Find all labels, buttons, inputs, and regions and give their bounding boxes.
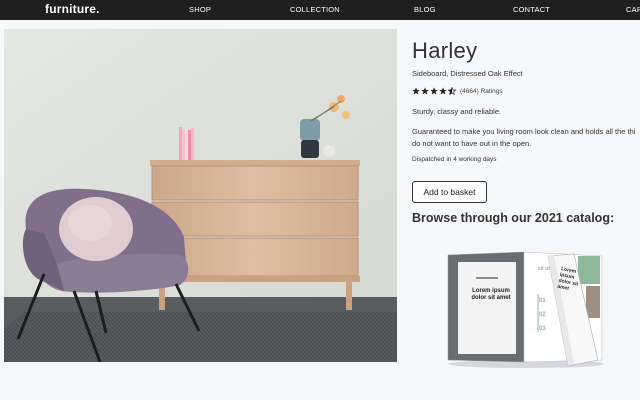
brand-dot: . (96, 2, 100, 16)
product-title: Harley (412, 38, 478, 63)
top-nav: furniture. SHOP COLLECTION BLOG CONTACT … (0, 0, 640, 20)
catalog-number: 02 (539, 312, 546, 318)
star-full-icon (412, 87, 420, 95)
brand-logo[interactable]: furniture. (45, 2, 100, 16)
star-full-icon (430, 87, 438, 95)
star-full-icon (439, 87, 447, 95)
nav-link-collection[interactable]: COLLECTION (290, 5, 340, 14)
catalog-heading: Browse through our 2021 catalog: (412, 211, 615, 225)
catalog-preview[interactable]: Lorem ipsum dolor sit amet sit ut Lorem … (446, 250, 606, 370)
rating-stars (412, 87, 456, 95)
product-tagline: Sturdy, classy and reliable. (412, 107, 502, 116)
nav-link-shop[interactable]: SHOP (189, 5, 211, 14)
nav-link-contact[interactable]: CONTACT (513, 5, 550, 14)
catalog-number: 03 (539, 326, 546, 332)
description-line: do not want to have out in the open. (412, 138, 532, 148)
product-description: Guaranteed to make you living room look … (412, 126, 640, 149)
catalog-page-headline: Lorem ipsum dolor sit amet (471, 288, 511, 301)
dispatch-info: Dispatched in 4 working days (412, 156, 497, 163)
star-half-icon (448, 87, 456, 95)
product-rating: (4664) Ratings (412, 87, 503, 95)
catalog-side-headline: sit ut (538, 266, 550, 272)
brand-name: furniture (45, 2, 97, 16)
add-to-basket-button[interactable]: Add to basket (412, 181, 487, 203)
nav-link-cart[interactable]: CART (626, 5, 640, 14)
product-image (4, 29, 397, 362)
nav-link-blog[interactable]: BLOG (414, 5, 436, 14)
rating-count: (4664) Ratings (460, 87, 503, 95)
description-line: Guaranteed to make you living room look … (412, 127, 636, 136)
product-subtitle: Sideboard, Distressed Oak Effect (412, 69, 523, 78)
catalog-number: 01 (539, 298, 546, 304)
star-full-icon (421, 87, 429, 95)
